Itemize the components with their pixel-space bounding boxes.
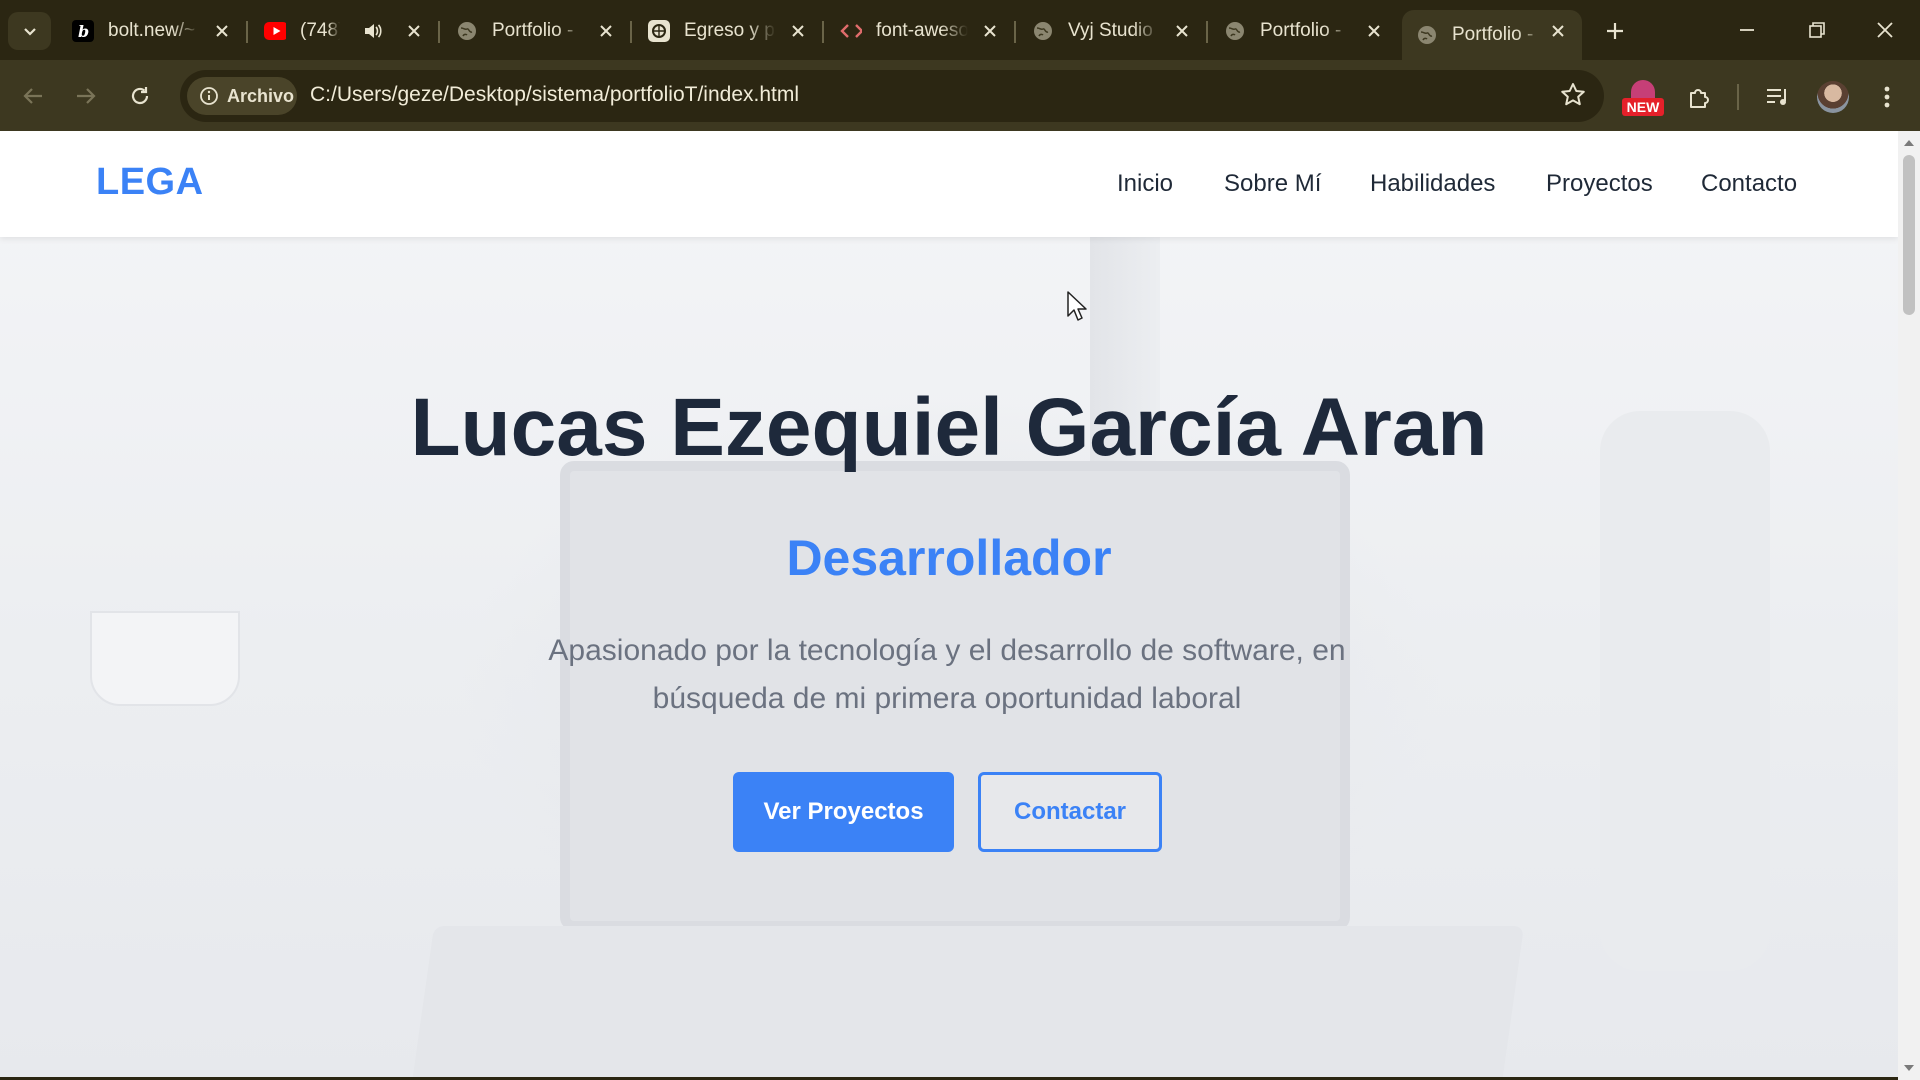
tab-divider: [246, 21, 248, 43]
svg-text:b: b: [78, 22, 89, 41]
minimize-button[interactable]: [1726, 12, 1768, 48]
speaker-icon[interactable]: [362, 21, 382, 47]
bookmark-star-icon[interactable]: [1560, 82, 1586, 113]
restore-button[interactable]: [1796, 12, 1838, 48]
playlist-icon: [1767, 89, 1786, 105]
new-tab-button[interactable]: [1598, 14, 1632, 48]
media-control-button[interactable]: [1758, 77, 1798, 117]
scroll-up-arrow-icon[interactable]: [1903, 137, 1915, 149]
tab-font-awesome[interactable]: font-aweso: [826, 10, 1016, 52]
scrollbar-thumb[interactable]: [1903, 155, 1915, 315]
profile-avatar[interactable]: [1817, 81, 1849, 113]
more-vertical-icon: [1884, 86, 1890, 108]
menu-button[interactable]: [1867, 77, 1907, 117]
close-icon[interactable]: [402, 19, 426, 43]
background-speaker: [1600, 411, 1770, 971]
tab-divider: [1206, 21, 1208, 43]
tab-title: font-aweso: [876, 20, 968, 41]
extension-new-badge[interactable]: NEW: [1622, 78, 1666, 118]
close-icon[interactable]: [210, 19, 234, 43]
globe-icon: [456, 20, 478, 42]
plus-icon: [1607, 23, 1623, 39]
code-icon: [840, 20, 862, 42]
bolt-icon: b: [72, 20, 94, 42]
security-label: Archivo: [227, 85, 295, 106]
tab-portfolio-active[interactable]: Portfolio -: [1402, 10, 1582, 60]
tab-youtube[interactable]: (748) L: [250, 10, 440, 52]
reload-button[interactable]: [121, 77, 159, 115]
youtube-icon: [264, 20, 286, 42]
chatgpt-icon: [648, 20, 670, 42]
browser-toolbar: Archivo C:/Users/geze/Desktop/sistema/po…: [0, 60, 1920, 131]
close-window-button[interactable]: [1864, 12, 1906, 48]
hero-role-subtitle: Desarrollador: [786, 530, 1112, 586]
tab-title: Vyj Studio: [1068, 20, 1153, 41]
tab-strip: b bolt.new/~ (748) L Portfolio - Egreso …: [0, 0, 1920, 60]
close-icon[interactable]: [1546, 19, 1570, 43]
close-icon[interactable]: [594, 19, 618, 43]
page-viewport: LEGA Inicio Sobre Mí Habilidades Proyect…: [0, 131, 1898, 1080]
tab-portfolio-1[interactable]: Portfolio -: [442, 10, 632, 52]
globe-icon: [1416, 24, 1438, 46]
hero-description: Apasionado por la tecnología y el desarr…: [548, 634, 1346, 715]
url-text[interactable]: C:/Users/geze/Desktop/sistema/portfolioT…: [310, 83, 799, 107]
contactar-button[interactable]: Contactar: [978, 772, 1162, 852]
nav-link-sobre-mi[interactable]: Sobre Mí: [1224, 170, 1321, 198]
close-icon[interactable]: [1362, 19, 1386, 43]
site-navbar: LEGA Inicio Sobre Mí Habilidades Proyect…: [0, 131, 1898, 237]
nav-link-habilidades[interactable]: Habilidades: [1370, 170, 1495, 198]
forward-button[interactable]: [67, 77, 105, 115]
address-bar[interactable]: Archivo C:/Users/geze/Desktop/sistema/po…: [180, 70, 1604, 122]
puzzle-icon: [1690, 89, 1709, 108]
close-icon: [1877, 22, 1893, 38]
tab-bolt[interactable]: b bolt.new/~: [58, 10, 248, 52]
background-mug: [90, 611, 240, 706]
back-button[interactable]: [14, 77, 52, 115]
hero-name-heading: Lucas Ezequiel García Aran: [410, 382, 1488, 473]
tab-divider: [630, 21, 632, 43]
background-laptop-keyboard: [405, 926, 1525, 1080]
tab-title: (748) L: [300, 20, 340, 41]
tab-title: Portfolio -: [1452, 24, 1534, 45]
tab-title: Portfolio -: [1260, 20, 1342, 41]
arrow-right-icon: [77, 88, 96, 104]
site-logo[interactable]: LEGA: [96, 161, 204, 204]
extensions-button[interactable]: [1680, 77, 1720, 117]
mouse-cursor-icon: [1067, 291, 1087, 321]
globe-icon: [1032, 20, 1054, 42]
page-scrollbar[interactable]: [1898, 131, 1920, 1080]
arrow-left-icon: [23, 88, 42, 104]
tab-egreso[interactable]: Egreso y p: [634, 10, 824, 52]
close-icon[interactable]: [1170, 19, 1194, 43]
chevron-down-icon: [23, 28, 36, 36]
tab-title: Egreso y p: [684, 20, 775, 41]
toolbar-divider: [1737, 84, 1739, 110]
close-icon[interactable]: [978, 19, 1002, 43]
scroll-down-arrow-icon[interactable]: [1903, 1062, 1915, 1074]
info-icon: [200, 87, 218, 105]
tab-divider: [822, 21, 824, 43]
reload-icon: [131, 87, 149, 105]
tab-title: Portfolio -: [492, 20, 574, 41]
restore-icon: [1809, 22, 1825, 38]
site-info-chip[interactable]: Archivo: [187, 77, 297, 115]
ver-proyectos-button[interactable]: Ver Proyectos: [733, 772, 954, 852]
tab-vyj-studio[interactable]: Vyj Studio: [1018, 10, 1208, 52]
nav-link-contacto[interactable]: Contacto: [1701, 170, 1797, 198]
nav-link-proyectos[interactable]: Proyectos: [1546, 170, 1653, 198]
close-icon[interactable]: [786, 19, 810, 43]
tab-title: bolt.new/~: [108, 20, 196, 41]
nav-link-inicio[interactable]: Inicio: [1117, 170, 1173, 198]
globe-icon: [1224, 20, 1246, 42]
tab-divider: [438, 21, 440, 43]
minimize-icon: [1740, 29, 1754, 31]
tab-portfolio-2[interactable]: Portfolio -: [1210, 10, 1398, 52]
tab-search-button[interactable]: [8, 12, 51, 50]
extension-icon: [1631, 80, 1655, 98]
tab-divider: [1014, 21, 1016, 43]
new-badge-label: NEW: [1622, 98, 1664, 116]
hero-background-image: [0, 131, 1898, 1080]
